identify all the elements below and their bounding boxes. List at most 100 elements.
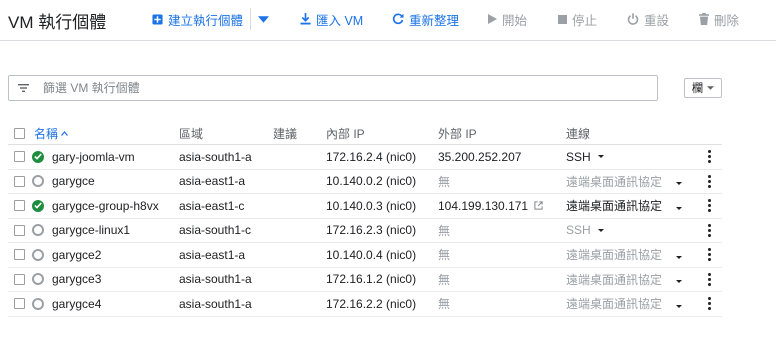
zone-value: asia-east1-c [179, 198, 245, 213]
row-checkbox[interactable] [14, 200, 25, 212]
connect-dropdown-caret-icon[interactable] [676, 199, 682, 213]
create-instance-menu-button[interactable] [258, 10, 274, 28]
caret-down-icon [707, 86, 715, 90]
connect-dropdown-caret-icon[interactable] [597, 155, 604, 159]
connect-dropdown-caret-icon[interactable] [676, 174, 682, 188]
instance-name[interactable]: gary-joomla-vm [52, 145, 135, 169]
external-ip-cell: 無 [438, 219, 450, 243]
table-row[interactable]: garygce3 asia-south1-a 172.16.1.2 (nic0)… [8, 268, 722, 292]
add-box-icon [152, 13, 163, 25]
table-row[interactable]: garygce4 asia-south1-a 172.16.2.2 (nic0)… [8, 292, 722, 317]
select-all-cell [14, 122, 25, 144]
page-title: VM 執行個體 [8, 13, 107, 32]
more-actions-button[interactable] [704, 194, 714, 218]
select-all-checkbox[interactable] [14, 127, 25, 139]
open-in-new-icon[interactable] [534, 201, 543, 210]
table-row[interactable]: garygce-group-h8vx asia-east1-c 10.140.0… [8, 194, 722, 219]
name-column-header[interactable]: 名稱 [34, 122, 68, 144]
row-select-cell [14, 170, 25, 194]
connect-button[interactable]: SSH [566, 219, 604, 243]
row-checkbox[interactable] [14, 249, 25, 261]
connect-label: SSH [566, 223, 591, 238]
connect-dropdown-caret-icon[interactable] [676, 248, 682, 262]
import-vm-label: 匯入 VM [316, 13, 364, 28]
more-actions-button[interactable] [704, 145, 714, 169]
import-vm-button[interactable]: 匯入 VM [300, 10, 363, 28]
external-ip-value: 無 [438, 272, 451, 287]
connect-button[interactable]: 遠端桌面通訊協定 [566, 268, 662, 292]
internal-ip-value: 172.16.1.2 (nic0) [326, 272, 417, 287]
zone-value: asia-south1-a [179, 272, 252, 287]
zone-value: asia-east1-a [179, 174, 246, 189]
start-button[interactable]: 開始 [488, 10, 527, 28]
table-row[interactable]: garygce asia-east1-a 10.140.0.2 (nic0) 無… [8, 170, 722, 194]
row-checkbox[interactable] [14, 175, 25, 187]
status-cell [32, 219, 44, 243]
refresh-button[interactable]: 重新整理 [392, 10, 459, 28]
more-actions-button[interactable] [704, 268, 714, 292]
more-vert-icon [704, 223, 714, 237]
internal-ip-value: 172.16.2.2 (nic0) [326, 296, 417, 311]
external-ip-column-header[interactable]: 外部 IP [438, 122, 477, 144]
external-ip-cell: 35.200.252.207 [438, 145, 521, 169]
more-actions-button[interactable] [704, 219, 714, 243]
external-ip-value: 無 [438, 223, 451, 238]
connect-dropdown-caret-icon[interactable] [676, 272, 682, 286]
row-checkbox[interactable] [14, 298, 25, 310]
external-ip-value: 無 [438, 174, 451, 189]
refresh-icon [392, 13, 404, 25]
connect-menu-cell [676, 194, 682, 218]
reset-button[interactable]: 重設 [627, 10, 669, 28]
connect-button[interactable]: 遠端桌面通訊協定 [566, 170, 662, 194]
row-checkbox[interactable] [14, 151, 25, 163]
connect-button[interactable]: 遠端桌面通訊協定 [566, 194, 662, 218]
table-row[interactable]: garygce-linux1 asia-south1-c 172.16.2.3 … [8, 219, 722, 243]
instance-name-label: gary-joomla-vm [52, 149, 135, 164]
instance-name[interactable]: garygce2 [52, 243, 101, 267]
row-checkbox[interactable] [14, 273, 25, 285]
zone-column-header[interactable]: 區域 [179, 122, 203, 144]
instance-name[interactable]: garygce-linux1 [52, 219, 130, 243]
instance-name[interactable]: garygce [52, 170, 95, 194]
connect-label: 遠端桌面通訊協定 [566, 272, 663, 287]
instance-name[interactable]: garygce4 [52, 292, 101, 316]
internal-ip-value: 172.16.2.4 (nic0) [326, 149, 417, 164]
zone-value: asia-south1-a [179, 296, 252, 311]
internal-ip-value: 10.140.0.4 (nic0) [326, 247, 417, 262]
play-icon [488, 14, 497, 24]
connect-dropdown-caret-icon[interactable] [676, 297, 682, 311]
more-actions-button[interactable] [704, 243, 714, 267]
more-actions-button[interactable] [704, 292, 714, 316]
external-ip-value: 35.200.252.207 [438, 149, 522, 164]
connect-button[interactable]: 遠端桌面通訊協定 [566, 243, 662, 267]
table-header: 名稱 區域 建議 內部 IP 外部 IP 連線 [8, 122, 722, 145]
connect-button[interactable]: 遠端桌面通訊協定 [566, 292, 662, 316]
delete-button[interactable]: 刪除 [699, 10, 739, 28]
status-cell [32, 170, 44, 194]
instance-name-label: garygce3 [52, 272, 102, 287]
internal-ip-column-header[interactable]: 內部 IP [326, 122, 365, 144]
row-select-cell [14, 145, 25, 169]
table-row[interactable]: garygce2 asia-east1-a 10.140.0.4 (nic0) … [8, 243, 722, 268]
connect-dropdown-caret-icon[interactable] [597, 228, 604, 232]
stop-button[interactable]: 停止 [558, 10, 597, 28]
connect-button[interactable]: SSH [566, 145, 604, 169]
columns-button[interactable]: 欄 [684, 78, 722, 98]
external-ip-cell: 無 [438, 292, 450, 316]
instance-name[interactable]: garygce3 [52, 268, 101, 292]
filter-input[interactable] [43, 81, 603, 95]
stopped-status-icon [32, 175, 44, 188]
create-instance-button[interactable]: 建立執行個體 [152, 10, 243, 28]
more-actions-button[interactable] [704, 170, 714, 194]
stopped-status-icon [32, 297, 44, 310]
row-select-cell [14, 292, 25, 316]
toolbar: VM 執行個體 建立執行個體 匯入 VM 重新整理 開始 停止 重設 刪除 [0, 0, 776, 41]
row-checkbox[interactable] [14, 224, 25, 236]
instance-name-label: garygce4 [52, 296, 102, 311]
connect-label: 遠端桌面通訊協定 [566, 199, 663, 214]
table-row[interactable]: gary-joomla-vm asia-south1-a 172.16.2.4 … [8, 145, 722, 170]
connect-label: SSH [566, 149, 591, 164]
instance-name[interactable]: garygce-group-h8vx [52, 194, 159, 218]
sort-ascending-icon [61, 130, 68, 136]
filter-bar [8, 75, 658, 101]
